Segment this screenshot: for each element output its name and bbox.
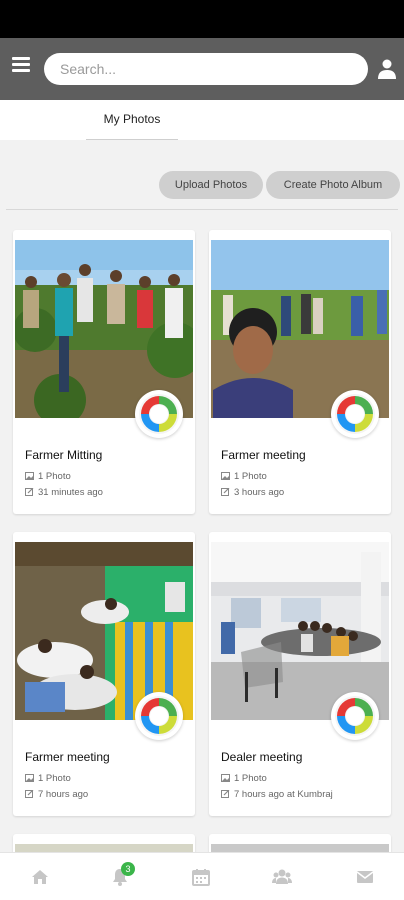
image-icon — [25, 774, 34, 782]
album-owner-avatar[interactable] — [331, 692, 379, 740]
photo-count: 1 Photo — [25, 471, 71, 482]
album-owner-avatar[interactable] — [331, 390, 379, 438]
album-toolbar: Upload Photos Create Photo Album — [0, 154, 404, 214]
tab-my-photos[interactable]: My Photos — [86, 100, 178, 140]
group-icon[interactable] — [272, 867, 292, 887]
home-icon[interactable] — [30, 867, 50, 887]
album-owner-avatar[interactable] — [135, 390, 183, 438]
album-title: Farmer meeting — [25, 750, 110, 764]
album-timestamp: 3 hours ago — [221, 487, 284, 498]
upload-photos-button[interactable]: Upload Photos — [159, 171, 263, 199]
album-title: Farmer Mitting — [25, 448, 103, 462]
edit-icon — [221, 790, 230, 798]
search-input[interactable] — [44, 53, 368, 85]
album-card[interactable]: Dealer meeting 1 Photo 7 hours ago at Ku… — [209, 532, 391, 816]
album-timestamp: 7 hours ago at Kumbraj — [221, 789, 333, 800]
edit-icon — [25, 488, 34, 496]
album-card[interactable]: Farmer meeting 1 Photo 7 hours ago — [13, 532, 195, 816]
album-timestamp: 7 hours ago — [25, 789, 88, 800]
status-bar — [0, 0, 404, 38]
album-card[interactable]: Farmer meeting 1 Photo 3 hours ago — [209, 230, 391, 514]
bottom-navigation — [0, 852, 404, 900]
user-icon[interactable] — [378, 59, 396, 79]
divider — [6, 209, 398, 210]
top-app-bar — [0, 38, 404, 100]
album-title: Dealer meeting — [221, 750, 303, 764]
album-owner-avatar[interactable] — [135, 692, 183, 740]
photo-count: 1 Photo — [25, 773, 71, 784]
image-icon — [221, 472, 230, 480]
tab-bar: My Photos — [0, 100, 404, 140]
calendar-icon[interactable] — [191, 867, 211, 887]
album-timestamp: 31 minutes ago — [25, 487, 103, 498]
menu-icon[interactable] — [12, 57, 30, 73]
image-icon — [25, 472, 34, 480]
album-title: Farmer meeting — [221, 448, 306, 462]
mail-icon[interactable] — [355, 867, 375, 887]
create-photo-album-button[interactable]: Create Photo Album — [266, 171, 400, 199]
photo-count: 1 Photo — [221, 471, 267, 482]
edit-icon — [221, 488, 230, 496]
photo-count: 1 Photo — [221, 773, 267, 784]
image-icon — [221, 774, 230, 782]
album-card[interactable]: Farmer Mitting 1 Photo 31 minutes ago — [13, 230, 195, 514]
notification-badge: 3 — [121, 862, 135, 876]
edit-icon — [25, 790, 34, 798]
